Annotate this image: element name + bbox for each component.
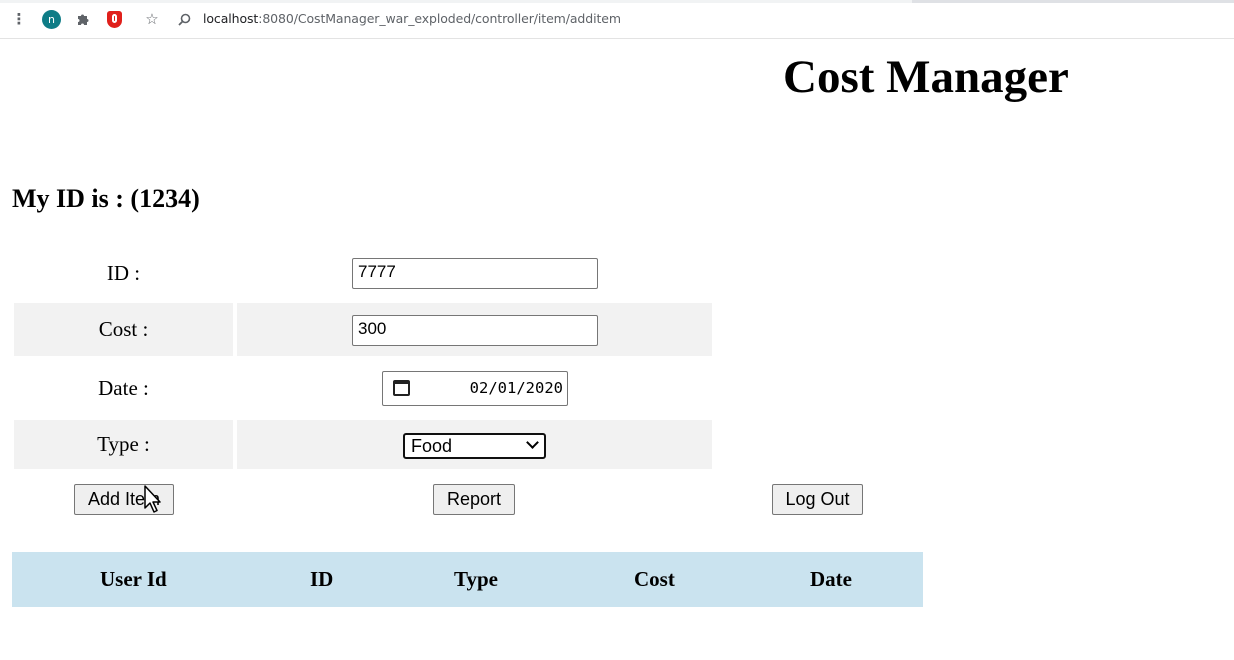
calendar-icon[interactable]: [393, 380, 410, 396]
chevron-down-icon: [526, 436, 539, 449]
date-value: 02/01/2020: [469, 379, 563, 397]
tab-strip-edge: [0, 0, 1234, 3]
items-table-header: User Id ID Type Cost Date: [12, 552, 923, 607]
form-row-id: ID : 7777: [14, 250, 712, 296]
column-header-cost: Cost: [634, 567, 675, 591]
id-cell: 7777: [237, 250, 712, 296]
shield-icon[interactable]: [105, 10, 123, 28]
logout-button[interactable]: Log Out: [772, 484, 863, 515]
form-row-date: Date : 02/01/2020: [14, 360, 712, 416]
type-selected-value: Food: [411, 436, 453, 456]
url-path: :8080/CostManager_war_exploded/controlle…: [258, 11, 621, 26]
column-header-id: ID: [310, 567, 334, 591]
form-row-cost: Cost : 300: [14, 303, 712, 356]
form-row-type: Type : Food: [14, 420, 712, 469]
type-cell: Food: [237, 420, 712, 469]
mouse-cursor-icon: [144, 485, 161, 513]
extension-n-icon[interactable]: n: [42, 10, 61, 29]
zoom-icon[interactable]: [175, 10, 193, 28]
column-header-user-id: User Id: [100, 567, 167, 591]
browser-toolbar: ⋮ n ☆ localhost:8080/CostManager_war_exp…: [0, 0, 1234, 39]
report-button[interactable]: Report: [433, 484, 515, 515]
column-header-type: Type: [454, 567, 498, 591]
id-label: ID :: [106, 260, 141, 285]
menu-icon[interactable]: ⋮: [10, 10, 28, 28]
type-select[interactable]: Food: [403, 433, 546, 459]
page-title: Cost Manager: [783, 51, 1069, 103]
cost-cell: 300: [237, 303, 712, 356]
column-header-date: Date: [810, 567, 852, 591]
id-input[interactable]: 7777: [352, 258, 598, 289]
date-cell: 02/01/2020: [237, 360, 712, 416]
url-host: localhost: [203, 11, 259, 26]
type-label: Type :: [14, 420, 233, 469]
cost-label: Cost :: [14, 303, 233, 356]
cost-input[interactable]: 300: [352, 315, 598, 346]
date-label: Date :: [98, 375, 149, 400]
date-input[interactable]: 02/01/2020: [382, 371, 568, 406]
address-bar[interactable]: localhost:8080/CostManager_war_exploded/…: [203, 11, 621, 26]
puzzle-icon[interactable]: [74, 10, 92, 28]
star-icon[interactable]: ☆: [143, 10, 161, 28]
my-id-heading: My ID is : (1234): [12, 184, 200, 213]
